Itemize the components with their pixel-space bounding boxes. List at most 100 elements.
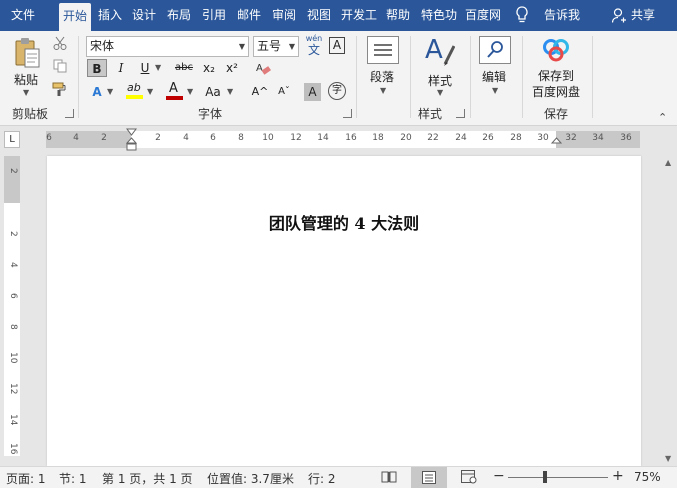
text-effects-chevron-icon[interactable]: ▼ xyxy=(107,87,113,96)
underline-button[interactable]: U xyxy=(135,59,155,77)
zoom-in-button[interactable]: + xyxy=(612,468,624,484)
paragraph-icon xyxy=(367,36,399,67)
italic-button[interactable]: I xyxy=(111,59,131,77)
change-case-button[interactable]: Aa xyxy=(202,83,224,101)
char-border-button[interactable]: A xyxy=(329,37,345,54)
tab-layout[interactable]: 布局 xyxy=(163,0,195,31)
superscript-button[interactable]: x² xyxy=(222,59,242,77)
status-line[interactable]: 行: 2 xyxy=(308,470,336,487)
document-page[interactable]: 团队管理的 4 大法则 xyxy=(47,156,641,466)
grow-font-button[interactable]: A^ xyxy=(250,83,270,101)
char-shading-button[interactable]: A xyxy=(304,83,321,101)
clipboard-group-label: 剪贴板 xyxy=(12,107,49,121)
status-position[interactable]: 位置值: 3.7厘米 xyxy=(207,470,294,487)
svg-text:A: A xyxy=(425,35,443,65)
right-indent-marker-icon[interactable] xyxy=(550,137,563,151)
tab-references[interactable]: 引用 xyxy=(198,0,230,31)
styles-launcher-icon[interactable] xyxy=(456,109,465,118)
chevron-down-icon[interactable]: ▼ xyxy=(239,37,245,56)
ruler-tick-label: 30 xyxy=(537,133,549,143)
tab-view[interactable]: 视图 xyxy=(303,0,335,31)
styles-icon: A xyxy=(425,34,456,71)
first-line-indent-marker-icon[interactable] xyxy=(125,128,138,155)
clipboard-launcher-icon[interactable] xyxy=(65,109,74,118)
format-painter-icon[interactable] xyxy=(52,82,67,100)
tab-developer[interactable]: 开发工 xyxy=(338,0,380,31)
paste-dropdown-chevron-icon[interactable]: ▼ xyxy=(23,88,29,97)
zoom-slider-track[interactable] xyxy=(508,477,608,478)
bold-button[interactable]: B xyxy=(87,59,107,77)
ruler-tick-label: 34 xyxy=(592,133,604,143)
ruler-tick-label: 14 xyxy=(317,133,329,143)
tab-review[interactable]: 审阅 xyxy=(268,0,300,31)
paragraph-chevron-icon: ▼ xyxy=(380,86,387,95)
tab-baidu[interactable]: 百度网 xyxy=(463,0,503,31)
highlight-color-bar xyxy=(126,95,143,99)
vruler-tick-label: 12 xyxy=(8,383,18,395)
highlight-button[interactable]: ab xyxy=(125,81,145,101)
tab-home[interactable]: 开始 xyxy=(59,3,91,31)
tab-features[interactable]: 特色功 xyxy=(416,0,462,31)
tab-mailings[interactable]: 邮件 xyxy=(233,0,265,31)
vruler-tick-label: 6 xyxy=(8,293,18,299)
scroll-up-arrow-icon[interactable]: ▲ xyxy=(665,158,671,167)
collapse-ribbon-icon[interactable]: ⌃ xyxy=(658,111,667,124)
print-layout-icon[interactable] xyxy=(411,467,447,488)
tab-selector[interactable]: L xyxy=(4,131,20,148)
read-mode-icon[interactable] xyxy=(381,470,397,487)
save-to-baidu-button[interactable]: 保存到 百度网盘 xyxy=(528,36,584,100)
styles-button[interactable]: A 样式 ▼ xyxy=(421,34,459,98)
enclose-char-button[interactable]: 字 xyxy=(328,82,346,100)
subscript-button[interactable]: x₂ xyxy=(199,59,219,77)
lightbulb-icon[interactable] xyxy=(515,6,529,28)
status-page-count[interactable]: 第 1 页，共 1 页 xyxy=(102,470,193,487)
underline-dropdown-chevron-icon[interactable]: ▼ xyxy=(155,63,161,72)
tab-design[interactable]: 设计 xyxy=(128,0,160,31)
strikethrough-button[interactable]: abc xyxy=(171,59,197,77)
phonetic-guide-top: wén xyxy=(305,34,323,43)
status-section[interactable]: 节: 1 xyxy=(59,470,87,487)
horizontal-ruler[interactable]: 6 4 2 2 4 6 8 10 12 14 16 18 20 22 24 26… xyxy=(46,128,640,151)
ruler-left-margin xyxy=(46,131,131,148)
paragraph-label: 段落 xyxy=(370,70,395,84)
copy-icon[interactable] xyxy=(53,59,67,76)
zoom-slider-thumb[interactable] xyxy=(543,471,547,483)
share-button[interactable]: 共享 xyxy=(628,0,658,31)
tab-file[interactable]: 文件 xyxy=(4,0,42,31)
tab-insert[interactable]: 插入 xyxy=(94,0,126,31)
font-size-combo[interactable]: 五号 ▼ xyxy=(253,36,299,57)
change-case-chevron-icon[interactable]: ▼ xyxy=(227,87,233,96)
tab-help[interactable]: 帮助 xyxy=(382,0,414,31)
text-effects-button[interactable]: A xyxy=(87,83,107,101)
status-page[interactable]: 页面: 1 xyxy=(6,470,46,487)
tell-me-search[interactable]: 告诉我 xyxy=(540,0,584,31)
vruler-tick-label: 2 xyxy=(8,231,18,237)
highlight-chevron-icon[interactable]: ▼ xyxy=(147,87,153,96)
ruler-tick-label: 10 xyxy=(262,133,274,143)
user-icon[interactable] xyxy=(611,8,626,26)
eraser-icon[interactable]: A xyxy=(256,61,271,79)
chevron-down-icon[interactable]: ▼ xyxy=(289,37,295,56)
document-title[interactable]: 团队管理的 4 大法则 xyxy=(47,210,641,234)
vertical-ruler[interactable]: 2 2 4 6 8 10 12 14 16 xyxy=(4,156,20,456)
zoom-out-button[interactable]: − xyxy=(493,468,505,484)
scroll-down-arrow-icon[interactable]: ▼ xyxy=(665,454,671,463)
font-name-combo[interactable]: 宋体 ▼ xyxy=(86,36,249,57)
baidu-cloud-icon xyxy=(541,38,571,65)
paragraph-button[interactable]: 段落 ▼ xyxy=(366,36,400,96)
paste-button[interactable]: 粘贴 xyxy=(14,71,38,88)
font-color-button[interactable]: A xyxy=(165,81,185,101)
web-layout-icon[interactable] xyxy=(461,470,477,487)
font-launcher-icon[interactable] xyxy=(343,109,352,118)
vertical-scrollbar[interactable]: ▲ ▼ xyxy=(661,156,677,466)
zoom-level[interactable]: 75% xyxy=(634,470,661,484)
paste-icon[interactable] xyxy=(14,37,42,72)
font-color-chevron-icon[interactable]: ▼ xyxy=(187,87,193,96)
ruler-tick-label: 6 xyxy=(210,133,216,143)
phonetic-guide-button[interactable]: wén 文 xyxy=(304,34,324,58)
ruler-tick-label: 36 xyxy=(620,133,632,143)
shrink-font-button[interactable]: Aˇ xyxy=(274,83,294,101)
cut-icon[interactable] xyxy=(53,36,67,53)
editing-button[interactable]: 编辑 ▼ xyxy=(478,36,512,96)
vruler-tick-label: 4 xyxy=(8,262,18,268)
